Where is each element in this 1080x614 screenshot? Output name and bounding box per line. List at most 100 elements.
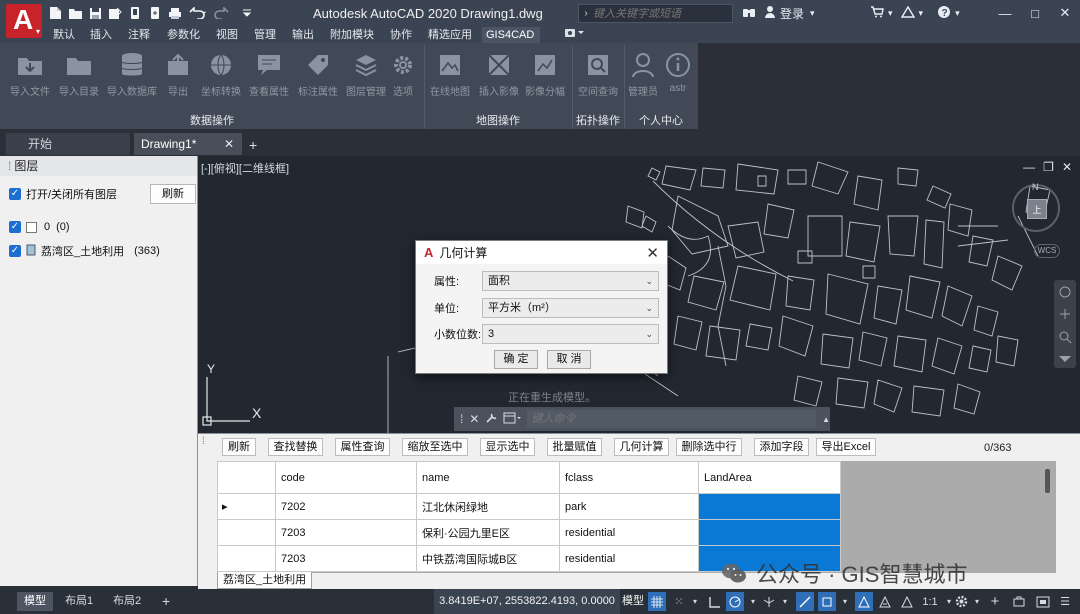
chevron-up-icon[interactable]: ▲ [822, 415, 830, 424]
tab-collaborate[interactable]: 协作 [386, 27, 416, 43]
binoculars-icon[interactable] [742, 6, 756, 21]
chevron-down-icon[interactable]: ▾ [888, 8, 893, 19]
tab-manage[interactable]: 管理 [250, 27, 280, 43]
command-input[interactable] [527, 410, 817, 428]
table-cell[interactable]: 保利·公园九里E区 [416, 519, 560, 546]
unit-select[interactable]: 平方米（m²） ⌄ [482, 298, 659, 318]
undo-icon[interactable] [186, 4, 210, 22]
maximize-icon[interactable]: □ [1020, 4, 1050, 22]
tab-parametric[interactable]: 参数化 [163, 27, 204, 43]
object-snap-icon[interactable] [818, 592, 836, 611]
close-icon[interactable]: ✕ [1062, 160, 1072, 174]
layer-item[interactable]: ✓ 荔湾区_土地利用 (363) [9, 243, 160, 259]
geometry-calc-button[interactable]: 几何计算 [614, 438, 669, 456]
annotation-visibility-icon[interactable] [855, 592, 873, 611]
show-selected-button[interactable]: 显示选中 [480, 438, 535, 456]
batch-assign-button[interactable]: 批量赋值 [547, 438, 602, 456]
layout-tab-layout1[interactable]: 布局1 [58, 592, 100, 611]
fullscreen-icon[interactable] [1034, 592, 1052, 611]
command-history-icon[interactable] [503, 412, 522, 427]
object-snap-tracking-icon[interactable] [796, 592, 814, 611]
column-header[interactable]: code [275, 461, 417, 494]
attribute-query-button[interactable]: 属性查询 [335, 438, 390, 456]
row-selector[interactable] [217, 519, 276, 546]
column-header[interactable]: LandArea [698, 461, 841, 494]
online-map-button[interactable]: 在线地图 [425, 47, 475, 107]
table-row[interactable]: ▸ 7202 江北休闲绿地 park [217, 493, 841, 520]
chevron-down-icon[interactable]: ▾ [968, 592, 986, 611]
close-icon[interactable]: ✕ [1050, 4, 1080, 22]
viewcube-compass[interactable]: N 上 [1012, 182, 1060, 232]
coordinate-transform-button[interactable]: 坐标转换 [196, 47, 246, 107]
cart-icon[interactable] [870, 5, 884, 21]
minimize-icon[interactable]: — [990, 4, 1020, 22]
application-menu-button[interactable]: A ▾ [6, 4, 42, 38]
about-button[interactable]: astr [656, 47, 700, 107]
model-space-toggle[interactable]: 模型 [622, 589, 644, 614]
view-attributes-button[interactable]: 查看属性 [244, 47, 294, 107]
viewport-label[interactable]: [-][俯视][二维线框] [201, 160, 289, 176]
table-cell[interactable]: 7203 [275, 519, 417, 546]
ortho-icon[interactable] [706, 592, 724, 611]
coordinate-readout[interactable]: 3.8419E+07, 2553822.4193, 0.0000 [434, 589, 620, 614]
grip-icon[interactable]: ⁞ [202, 436, 208, 448]
close-icon[interactable]: ✕ [224, 133, 234, 155]
checkbox-checked-icon[interactable]: ✓ [9, 245, 21, 257]
table-cell[interactable]: park [559, 493, 699, 520]
close-icon[interactable]: ✕ [646, 244, 659, 262]
table-cell[interactable] [698, 493, 841, 520]
panel-toggle-icon[interactable] [560, 27, 588, 43]
save-icon[interactable] [86, 4, 104, 22]
search-input[interactable] [593, 7, 723, 20]
wrench-icon[interactable] [485, 412, 497, 427]
grid-icon[interactable] [648, 592, 666, 611]
new-file-icon[interactable] [46, 4, 64, 22]
customize-toolbar-icon[interactable] [238, 4, 256, 22]
row-selector[interactable]: ▸ [217, 493, 276, 520]
sheet-tab[interactable]: 荔湾区_土地利用 [217, 572, 313, 589]
table-cell[interactable]: residential [559, 519, 699, 546]
tab-output[interactable]: 输出 [288, 27, 318, 43]
add-icon[interactable]: + [986, 592, 1004, 611]
column-header[interactable]: name [416, 461, 560, 494]
zoom-to-selected-button[interactable]: 缩放至选中 [402, 438, 468, 456]
export-button[interactable]: 导出 [158, 47, 198, 107]
cancel-button[interactable]: 取 消 [547, 350, 591, 369]
close-icon[interactable]: ✕ [469, 412, 479, 426]
connect-icon[interactable] [900, 5, 915, 21]
redo-icon[interactable] [212, 4, 236, 22]
polar-tracking-icon[interactable] [726, 592, 744, 611]
open-from-web-icon[interactable] [126, 4, 144, 22]
add-layout-icon[interactable]: + [155, 592, 177, 611]
customization-menu-icon[interactable]: ☰ [1056, 592, 1074, 611]
table-cell[interactable] [698, 519, 841, 546]
tab-featured-apps[interactable]: 精选应用 [424, 27, 476, 43]
layer-refresh-button[interactable]: 刷新 [150, 184, 196, 204]
annotation-scale-value[interactable]: 1:1 [918, 592, 942, 611]
tab-default[interactable]: 默认 [49, 27, 79, 43]
chevron-down-icon[interactable]: ▾ [776, 592, 794, 611]
tab-view[interactable]: 视图 [212, 27, 242, 43]
table-cell[interactable]: residential [559, 545, 699, 572]
grip-icon[interactable]: ⁞ [460, 412, 463, 426]
print-icon[interactable] [166, 4, 184, 22]
column-header[interactable]: fclass [559, 461, 699, 494]
tab-gis4cad[interactable]: GIS4CAD [482, 27, 540, 43]
vertical-scrollbar[interactable] [1045, 469, 1050, 493]
help-icon[interactable]: ? [937, 5, 951, 22]
attribute-select[interactable]: 面积 ⌄ [482, 271, 659, 291]
delete-selected-rows-button[interactable]: 删除选中行 [676, 438, 742, 456]
table-cell[interactable]: 江北休闲绿地 [416, 493, 560, 520]
grip-icon[interactable]: ⁞ [8, 159, 11, 173]
import-database-button[interactable]: 导入数据库 [103, 47, 161, 107]
wcs-menu-button[interactable]: WCS [1034, 244, 1060, 258]
tab-drawing1[interactable]: Drawing1* ✕ [134, 133, 242, 155]
isolate-objects-icon[interactable] [1010, 592, 1028, 611]
tab-start[interactable]: 开始 [6, 133, 130, 155]
table-refresh-button[interactable]: 刷新 [222, 438, 256, 456]
toggle-all-layers-row[interactable]: ✓ 打开/关闭所有图层 [9, 186, 117, 202]
table-cell[interactable]: 7202 [275, 493, 417, 520]
auto-scale-icon[interactable] [876, 592, 894, 611]
ok-button[interactable]: 确 定 [494, 350, 538, 369]
checkbox-checked-icon[interactable]: ✓ [9, 221, 21, 233]
